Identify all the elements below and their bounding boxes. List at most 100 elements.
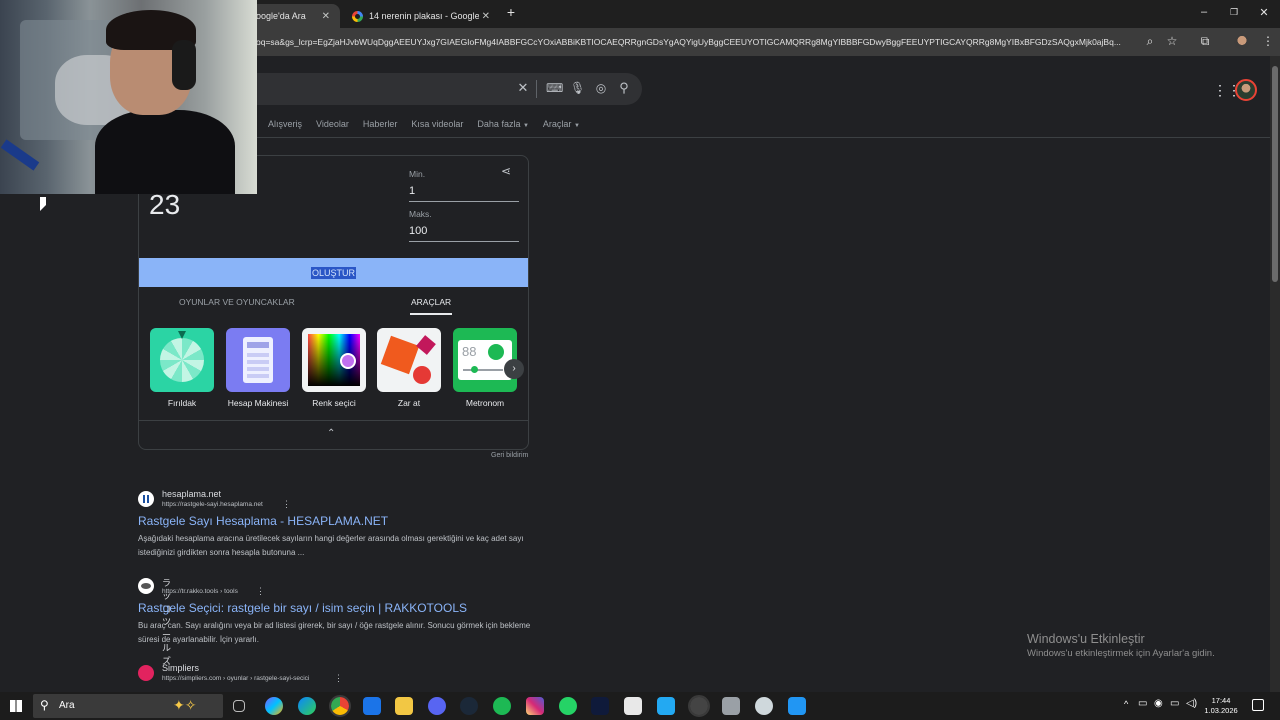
windows-start-icon[interactable] bbox=[10, 700, 22, 712]
minimize-icon[interactable]: – bbox=[1197, 6, 1211, 18]
tabs-divider bbox=[240, 137, 1270, 138]
instagram-icon[interactable] bbox=[526, 697, 544, 715]
app-icon[interactable] bbox=[591, 697, 609, 715]
task-view-icon[interactable] bbox=[233, 700, 245, 712]
clock-date: 1.03.2026 bbox=[1204, 706, 1238, 715]
outlook-icon[interactable] bbox=[363, 697, 381, 715]
windows-taskbar: ⚲ Ara ✦✧ ^ ▭ ◉ ▭ ◁) 17:44 1.03.2026 bbox=[0, 692, 1280, 720]
account-avatar[interactable] bbox=[1235, 79, 1257, 101]
activation-watermark-subtitle: Windows'u etkinleştirmek için Ayarlar'a … bbox=[1027, 648, 1215, 659]
copilot-icon[interactable] bbox=[265, 697, 283, 715]
site-name: Simpliers bbox=[162, 663, 200, 673]
chevron-down-icon: ▼ bbox=[522, 123, 529, 129]
bookmark-star-icon[interactable]: ☆ bbox=[1164, 34, 1180, 48]
tray-icon[interactable]: ▭ bbox=[1138, 698, 1147, 709]
tab-short-videos[interactable]: Kısa videolar bbox=[411, 119, 463, 135]
color-picker-icon bbox=[302, 328, 366, 392]
volume-icon[interactable]: ◁) bbox=[1186, 698, 1197, 709]
site-favicon bbox=[138, 665, 154, 681]
microphone-icon[interactable]: 🎙 bbox=[570, 81, 585, 95]
close-icon[interactable]: ✕ bbox=[322, 11, 330, 22]
tab-news[interactable]: Haberler bbox=[363, 119, 398, 135]
chrome-icon[interactable] bbox=[329, 695, 351, 717]
result-snippet: Aşağıdaki hesaplama aracına üretilecek s… bbox=[138, 534, 524, 557]
tool-color-picker[interactable]: Renk seçici bbox=[302, 328, 366, 408]
zoom-icon[interactable]: ⌕ bbox=[1142, 34, 1158, 49]
page-scrollbar[interactable] bbox=[1270, 56, 1280, 692]
taskbar-clock[interactable]: 17:44 1.03.2026 bbox=[1199, 696, 1243, 716]
tab-games-toys[interactable]: OYUNLAR VE OYUNCAKLAR bbox=[179, 297, 295, 307]
new-tab-button[interactable]: + bbox=[504, 4, 518, 20]
site-url: https://tr.rakko.tools › tools bbox=[162, 588, 238, 595]
tool-dice[interactable]: Zar at bbox=[377, 328, 441, 408]
address-bar[interactable]: oq=sa&gs_lcrp=EgZjaHJvbWUqDggAEEUYJxg7GI… bbox=[256, 37, 1136, 47]
tray-overflow-icon[interactable]: ^ bbox=[1124, 699, 1128, 709]
extensions-icon[interactable]: ⧉ bbox=[1197, 34, 1213, 49]
notifications-icon[interactable] bbox=[1252, 699, 1264, 711]
obs-icon[interactable] bbox=[688, 695, 710, 717]
tool-label: Hesap Makinesi bbox=[227, 398, 289, 408]
result-snippet: Bu araç can. Sayı aralığını veya bir ad … bbox=[138, 621, 531, 644]
tab-plate-search[interactable]: 14 nerenin plakası - Google'da ✕ bbox=[342, 4, 500, 28]
tab-more[interactable]: Daha fazla ▼ bbox=[477, 119, 529, 135]
menu-icon[interactable]: ⋮ bbox=[1260, 34, 1276, 48]
tool-spinner[interactable]: Fırıldak bbox=[150, 328, 214, 408]
lens-icon[interactable]: ◎ bbox=[594, 81, 608, 95]
window-close-icon[interactable]: ✕ bbox=[1257, 6, 1271, 19]
scrollbar-thumb[interactable] bbox=[1272, 66, 1278, 282]
app-icon[interactable] bbox=[755, 697, 773, 715]
search-box[interactable]: ✕ ⌨ 🎙 ◎ ⚲ bbox=[240, 73, 642, 105]
chevron-up-icon[interactable]: ⌃ bbox=[327, 428, 335, 439]
file-explorer-icon[interactable] bbox=[395, 697, 413, 715]
generate-button[interactable]: OLUŞTUR bbox=[139, 258, 528, 287]
tab-tools-card[interactable]: ARAÇLAR bbox=[411, 297, 451, 307]
keyboard-icon[interactable]: ⌨ bbox=[546, 81, 563, 95]
site-url: https://simpliers.com › oyunlar › rastge… bbox=[162, 675, 310, 682]
result-title-link[interactable]: Rastgele Seçici: rastgele bir sayı / isi… bbox=[138, 601, 467, 615]
taskbar-search[interactable]: ⚲ Ara ✦✧ bbox=[33, 694, 223, 718]
tab-tools[interactable]: Araçlar ▼ bbox=[543, 119, 580, 135]
site-favicon bbox=[138, 578, 154, 594]
edge-icon[interactable] bbox=[298, 697, 316, 715]
tab-title: oogle'da Ara bbox=[256, 11, 306, 21]
network-icon[interactable]: ▭ bbox=[1170, 698, 1179, 709]
tray-icon[interactable]: ◉ bbox=[1154, 698, 1163, 709]
app-icon[interactable] bbox=[788, 697, 806, 715]
result-title-link[interactable]: Rastgele Sayı Hesaplama - HESAPLAMA.NET bbox=[138, 514, 388, 528]
vscode-icon[interactable] bbox=[657, 697, 675, 715]
mouse-cursor bbox=[40, 197, 46, 211]
discord-icon[interactable] bbox=[428, 697, 446, 715]
max-input[interactable]: 100 bbox=[409, 225, 519, 242]
document-icon[interactable] bbox=[624, 697, 642, 715]
tab-videos[interactable]: Videolar bbox=[316, 119, 349, 135]
tool-label: Renk seçici bbox=[312, 398, 356, 408]
tab-more-label: Daha fazla bbox=[477, 119, 521, 129]
search-icon[interactable]: ⚲ bbox=[617, 80, 631, 96]
calculator-icon bbox=[226, 328, 290, 392]
steam-icon[interactable] bbox=[460, 697, 478, 715]
min-label: Min. bbox=[409, 169, 426, 179]
site-favicon bbox=[138, 491, 154, 507]
metronome-bpm: 88 bbox=[462, 344, 477, 359]
close-icon[interactable]: ✕ bbox=[482, 11, 490, 22]
tool-calculator[interactable]: Hesap Makinesi bbox=[226, 328, 290, 408]
app-icon[interactable] bbox=[722, 697, 740, 715]
whatsapp-icon[interactable] bbox=[559, 697, 577, 715]
clock-time: 17:44 bbox=[1211, 696, 1231, 705]
min-input[interactable]: 1 bbox=[409, 185, 519, 202]
restore-icon[interactable]: ❐ bbox=[1227, 7, 1241, 18]
share-icon[interactable]: ⋖ bbox=[501, 164, 511, 178]
profile-avatar[interactable] bbox=[1234, 34, 1250, 50]
more-options-icon[interactable]: ⋮ bbox=[334, 673, 343, 684]
taskbar-search-placeholder: Ara bbox=[59, 700, 75, 711]
tab-title: 14 nerenin plakası - Google'da bbox=[369, 11, 479, 21]
tab-shopping[interactable]: Alışveriş bbox=[268, 119, 302, 135]
spotify-icon[interactable] bbox=[493, 697, 511, 715]
generate-label: OLUŞTUR bbox=[310, 266, 356, 279]
clear-icon[interactable]: ✕ bbox=[516, 80, 530, 96]
feedback-link[interactable]: Geri bildirim bbox=[491, 452, 528, 459]
active-tab-indicator bbox=[410, 313, 452, 315]
more-options-icon[interactable]: ⋮ bbox=[256, 586, 265, 597]
more-options-icon[interactable]: ⋮ bbox=[282, 499, 291, 510]
chevron-right-icon[interactable]: › bbox=[504, 359, 524, 379]
